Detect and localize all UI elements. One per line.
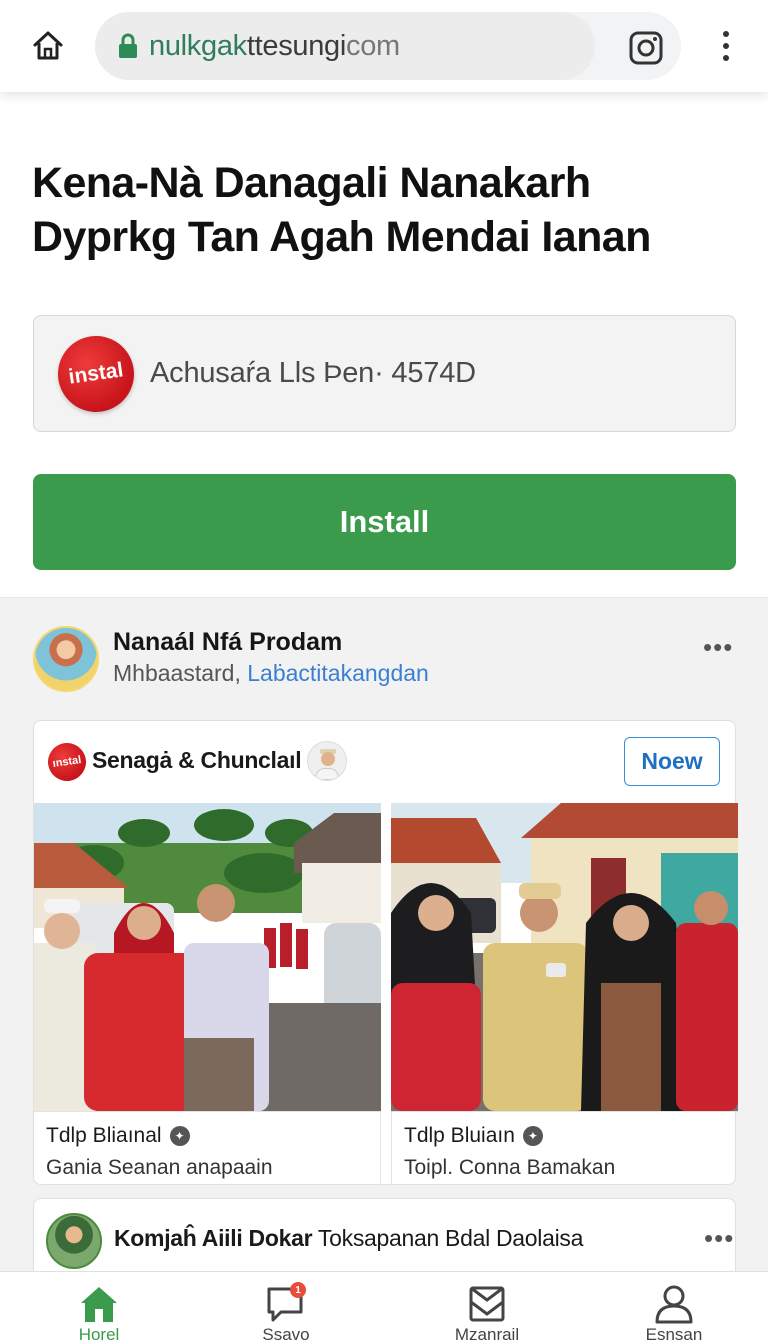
nav-label: Esnsan	[645, 1325, 703, 1344]
bottom-nav: Horel 1 Ssavo Mzanrail Esnsan	[0, 1271, 768, 1344]
nav-item-profile[interactable]: Esnsan	[604, 1272, 744, 1344]
post-header: Nanaál Nfá Prodam Mhbaastard, Laḃactitak…	[33, 626, 733, 696]
caption-subtitle: Gania Seanan anapaain	[46, 1156, 273, 1179]
card-caption-left[interactable]: Tdlp Bliaınal ✦ Gania Seanan anapaain	[34, 1111, 381, 1186]
second-post-author[interactable]: Komjaĥ Aiili Dokar	[114, 1225, 313, 1251]
shared-card[interactable]: ınstal Senagȧ & Chunclaıl Noew Tdlp Blia…	[33, 720, 738, 1186]
page-title-line-1: Kena-Nà Danagali Nanakarh	[32, 159, 591, 207]
instagram-icon	[629, 31, 663, 65]
second-post[interactable]: Komjaĥ Aiili Dokar Toksapanan Bdal Daola…	[33, 1198, 736, 1278]
app-meta-text: Achusaŕa Lls Þen· 4574D	[150, 357, 476, 389]
caption-title: Tdlp Bluiaın	[404, 1124, 515, 1147]
verified-badge-icon: ✦	[169, 1126, 190, 1146]
profile-icon	[655, 1285, 693, 1324]
app-info-card: instal Achusaŕa Lls Þen· 4574D	[33, 315, 736, 432]
avatar[interactable]	[46, 1213, 102, 1269]
inbox-icon	[469, 1286, 505, 1322]
page-title: Kena-Nà Danagali Nanakarh Dyprkg Tan Aga…	[32, 156, 742, 264]
second-post-text: Komjaĥ Aiili Dokar Toksapanan Bdal Daola…	[114, 1225, 584, 1251]
nav-label: Horel	[78, 1325, 120, 1344]
photo-right[interactable]	[391, 803, 738, 1111]
home-icon	[81, 1287, 117, 1322]
more-horizontal-icon[interactable]: •••	[704, 1223, 734, 1254]
nav-item-home[interactable]: Horel	[29, 1272, 169, 1344]
nav-item-inbox[interactable]: Mzanrail	[417, 1272, 557, 1344]
avatar[interactable]	[33, 626, 99, 692]
post-subtitle: Mhbaastard, Laḃactitakangdan	[113, 660, 429, 686]
lock-icon	[119, 33, 137, 58]
photo-left-image	[34, 803, 381, 1111]
feed: Nanaál Nfá Prodam Mhbaastard, Laḃactitak…	[0, 597, 768, 1278]
avatar	[307, 741, 347, 781]
browser-toolbar: nulkgakttesungicom	[0, 0, 768, 92]
home-button[interactable]	[26, 26, 70, 66]
caption-title: Tdlp Bliaınal	[46, 1124, 162, 1147]
home-icon	[33, 31, 63, 60]
nav-label: Mzanrail	[454, 1325, 520, 1344]
nav-label: Ssavo	[262, 1325, 310, 1344]
page-title-line-2: Dyprkg Tan Agah Mendai Ianan	[32, 213, 651, 261]
app-logo-small: ınstal	[45, 740, 89, 784]
photo-left[interactable]	[34, 803, 381, 1111]
url-field[interactable]: nulkgakttesungicom	[95, 12, 595, 80]
instagram-button[interactable]	[628, 30, 664, 66]
nav-item-chat[interactable]: 1 Ssavo	[216, 1272, 356, 1344]
install-button[interactable]: Install	[33, 474, 736, 570]
verified-badge-icon: ✦	[522, 1126, 543, 1146]
notification-badge: 1	[290, 1282, 306, 1298]
address-bar[interactable]: nulkgakttesungicom	[95, 12, 681, 80]
url-text: nulkgakttesungicom	[149, 29, 400, 62]
photo-right-image	[391, 803, 738, 1111]
post-author[interactable]: Nanaál Nfá Prodam	[113, 628, 342, 657]
app-logo: instal	[53, 330, 139, 417]
shared-card-title: Senagȧ & Chunclaıl	[92, 747, 302, 773]
more-horizontal-icon[interactable]: •••	[703, 632, 733, 663]
card-caption-right[interactable]: Tdlp Bluiaın ✦ Toipl. Conna Bamakan	[391, 1111, 738, 1186]
caption-subtitle: Toipl. Conna Bamakan	[404, 1156, 616, 1179]
more-vertical-icon[interactable]	[712, 28, 740, 64]
post-link[interactable]: Laḃactitakangdan	[247, 660, 429, 686]
new-button[interactable]: Noew	[624, 737, 720, 786]
